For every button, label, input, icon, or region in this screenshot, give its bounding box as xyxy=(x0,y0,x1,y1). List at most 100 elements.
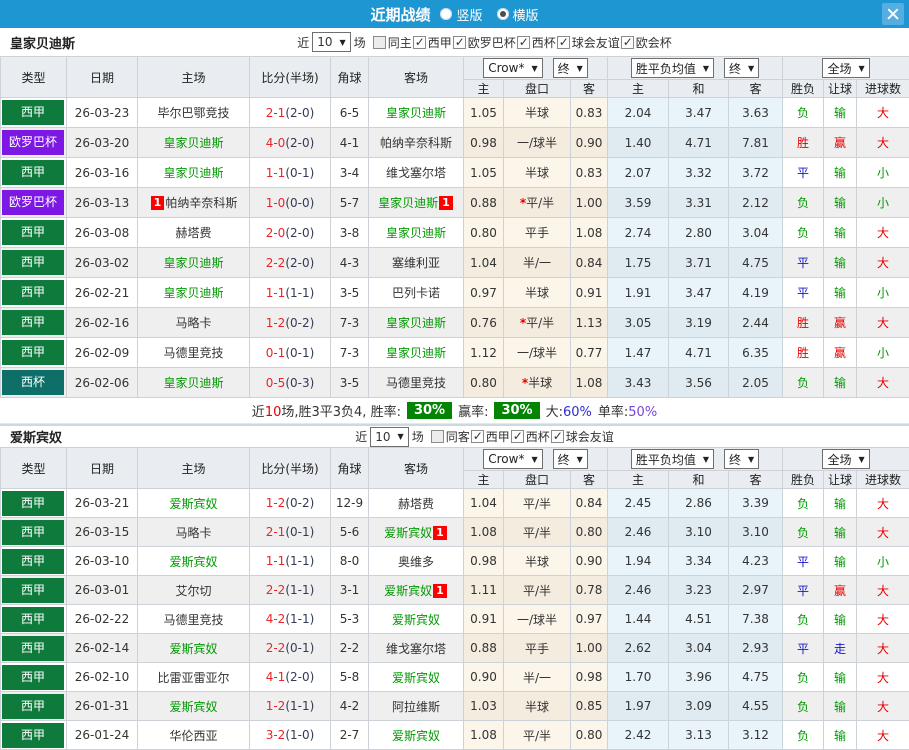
away-red-card-badge: 1 xyxy=(439,196,453,210)
league-checkbox[interactable]: 西杯 xyxy=(510,428,550,445)
away-team: 爱斯宾奴 xyxy=(384,525,433,540)
sub-header-avg-draw: 和 xyxy=(668,470,730,489)
avg-draw: 3.19 xyxy=(668,307,730,338)
avg-home: 2.46 xyxy=(607,575,670,605)
league-checkbox[interactable]: 欧会杯 xyxy=(620,34,672,51)
avg-away: 3.39 xyxy=(728,488,784,518)
avg-draw: 3.04 xyxy=(668,633,730,663)
result-outcome: 负 xyxy=(797,226,810,240)
half-time-score: (0-1) xyxy=(285,345,315,360)
avg-away: 6.35 xyxy=(728,337,784,368)
match-count-select[interactable]: 10 ▼ xyxy=(370,426,409,447)
result-outcome: 平 xyxy=(797,256,810,270)
half-time-score: (0-2) xyxy=(285,496,315,510)
checkbox-checked-icon[interactable] xyxy=(516,35,530,49)
odds-away: 0.77 xyxy=(569,337,609,368)
odds-away: 0.78 xyxy=(569,575,609,605)
full-time-score: 3-2 xyxy=(265,728,286,742)
home-team: 爱斯宾奴 xyxy=(169,699,218,714)
result-outcome: 平 xyxy=(797,583,810,598)
odds-away: 1.08 xyxy=(569,217,609,248)
radio-vertical[interactable]: 竖版 xyxy=(440,5,483,24)
odds-home: 0.91 xyxy=(463,604,504,634)
full-time-score: 4-2 xyxy=(265,612,286,626)
corner-score: 3-5 xyxy=(330,367,369,398)
col-header-corner: 角球 xyxy=(330,447,369,489)
league-checkbox[interactable]: 欧罗巴杯 xyxy=(452,34,516,51)
match-count-select[interactable]: 10 ▼ xyxy=(312,32,351,52)
handicap: 平/半 xyxy=(522,583,552,598)
league-checkbox[interactable]: 球会友谊 xyxy=(556,34,620,51)
result-outcome: 胜 xyxy=(797,346,810,360)
checkbox-unchecked-icon[interactable] xyxy=(430,430,444,443)
scope-select[interactable]: 全场 ▼ xyxy=(822,449,870,469)
results-table: 类型 日期 主场 比分(半场) 角球 客场 Crow* ▼ 终 ▼ 胜平负均值 … xyxy=(0,447,909,750)
avg-odds-select[interactable]: 胜平负均值 ▼ xyxy=(630,449,715,469)
handicap: 半/一 xyxy=(522,256,552,270)
league-badge: 西杯 xyxy=(2,370,64,395)
league-checkbox[interactable]: 球会友谊 xyxy=(550,428,614,445)
avg-draw: 4.71 xyxy=(668,127,730,158)
result-handicap: 赢 xyxy=(834,346,847,360)
away-team: 皇家贝迪斯 xyxy=(385,316,446,330)
close-icon[interactable] xyxy=(882,3,904,25)
avg-draw: 4.71 xyxy=(668,337,730,368)
league-badge: 西甲 xyxy=(2,490,64,516)
odds-company-select[interactable]: Crow* ▼ xyxy=(483,58,543,78)
home-team: 皇家贝迪斯 xyxy=(163,166,224,180)
full-time-score: 1-2 xyxy=(265,315,286,330)
avg-draw: 3.10 xyxy=(668,517,730,547)
checkbox-checked-icon[interactable] xyxy=(470,429,484,443)
league-badge: 欧罗巴杯 xyxy=(2,190,64,215)
odds-home: 0.88 xyxy=(463,187,504,218)
checkbox-checked-icon[interactable] xyxy=(452,35,466,49)
handicap: 半球 xyxy=(524,554,549,569)
same-side-checkbox[interactable]: 同主 xyxy=(372,34,412,51)
checkbox-unchecked-icon[interactable] xyxy=(372,35,386,49)
checkbox-checked-icon[interactable] xyxy=(510,429,524,443)
table-row: 西甲 26-02-22 马德里竞技 4-2(1-1) 5-3 爱斯宾奴 0.91… xyxy=(0,604,909,634)
home-team: 皇家贝迪斯 xyxy=(163,256,224,270)
match-date: 26-01-24 xyxy=(66,720,138,750)
result-handicap: 输 xyxy=(834,728,847,743)
avg-odds-select[interactable]: 胜平负均值 ▼ xyxy=(630,58,715,78)
scope-select[interactable]: 全场 ▼ xyxy=(822,58,870,78)
match-count-value: 10 xyxy=(317,35,333,49)
odds-time-select[interactable]: 终 ▼ xyxy=(552,449,588,469)
avg-time-select[interactable]: 终 ▼ xyxy=(724,449,760,469)
avg-away: 3.63 xyxy=(728,97,784,128)
checkbox-checked-icon[interactable] xyxy=(412,35,426,49)
radio-checked-icon[interactable] xyxy=(496,8,509,20)
checkbox-checked-icon[interactable] xyxy=(550,429,564,443)
odds-company-select[interactable]: Crow* ▼ xyxy=(483,449,543,469)
checkbox-checked-icon[interactable] xyxy=(556,35,570,49)
match-date: 26-01-31 xyxy=(66,691,138,721)
corner-score: 6-5 xyxy=(330,97,369,128)
corner-score: 4-2 xyxy=(330,691,369,721)
avg-away: 2.12 xyxy=(728,187,784,218)
full-time-score: 0-1 xyxy=(265,345,286,360)
result-handicap: 输 xyxy=(834,106,847,120)
full-time-score: 4-1 xyxy=(265,670,286,684)
league-checkbox[interactable]: 西甲 xyxy=(470,428,510,445)
checkbox-checked-icon[interactable] xyxy=(620,35,634,49)
radio-horizontal[interactable]: 横版 xyxy=(496,5,539,24)
home-team: 比雷亚雷亚尔 xyxy=(157,670,230,685)
handicap: 一/球半 xyxy=(516,612,558,627)
avg-draw: 3.34 xyxy=(668,546,730,576)
col-header-score: 比分(半场) xyxy=(249,447,331,489)
odds-time-select[interactable]: 终 ▼ xyxy=(552,58,588,78)
league-checkbox[interactable]: 西甲 xyxy=(412,34,452,51)
radio-unchecked-icon[interactable] xyxy=(440,8,453,20)
avg-away: 3.12 xyxy=(728,720,784,750)
result-outcome: 负 xyxy=(797,612,810,627)
odds-away: 0.83 xyxy=(569,157,609,188)
same-side-checkbox[interactable]: 同客 xyxy=(430,428,470,445)
home-team: 爱斯宾奴 xyxy=(169,496,218,511)
avg-time-select[interactable]: 终 ▼ xyxy=(724,58,760,78)
avg-away: 4.19 xyxy=(728,277,784,308)
radio-vertical-label: 竖版 xyxy=(456,8,483,24)
league-checkbox[interactable]: 西杯 xyxy=(516,34,556,51)
odds-home: 0.80 xyxy=(463,367,504,398)
filter-bar: 爱斯宾奴 近 10 ▼ 场 同客 西甲 西杯 球会友谊 xyxy=(0,426,909,447)
